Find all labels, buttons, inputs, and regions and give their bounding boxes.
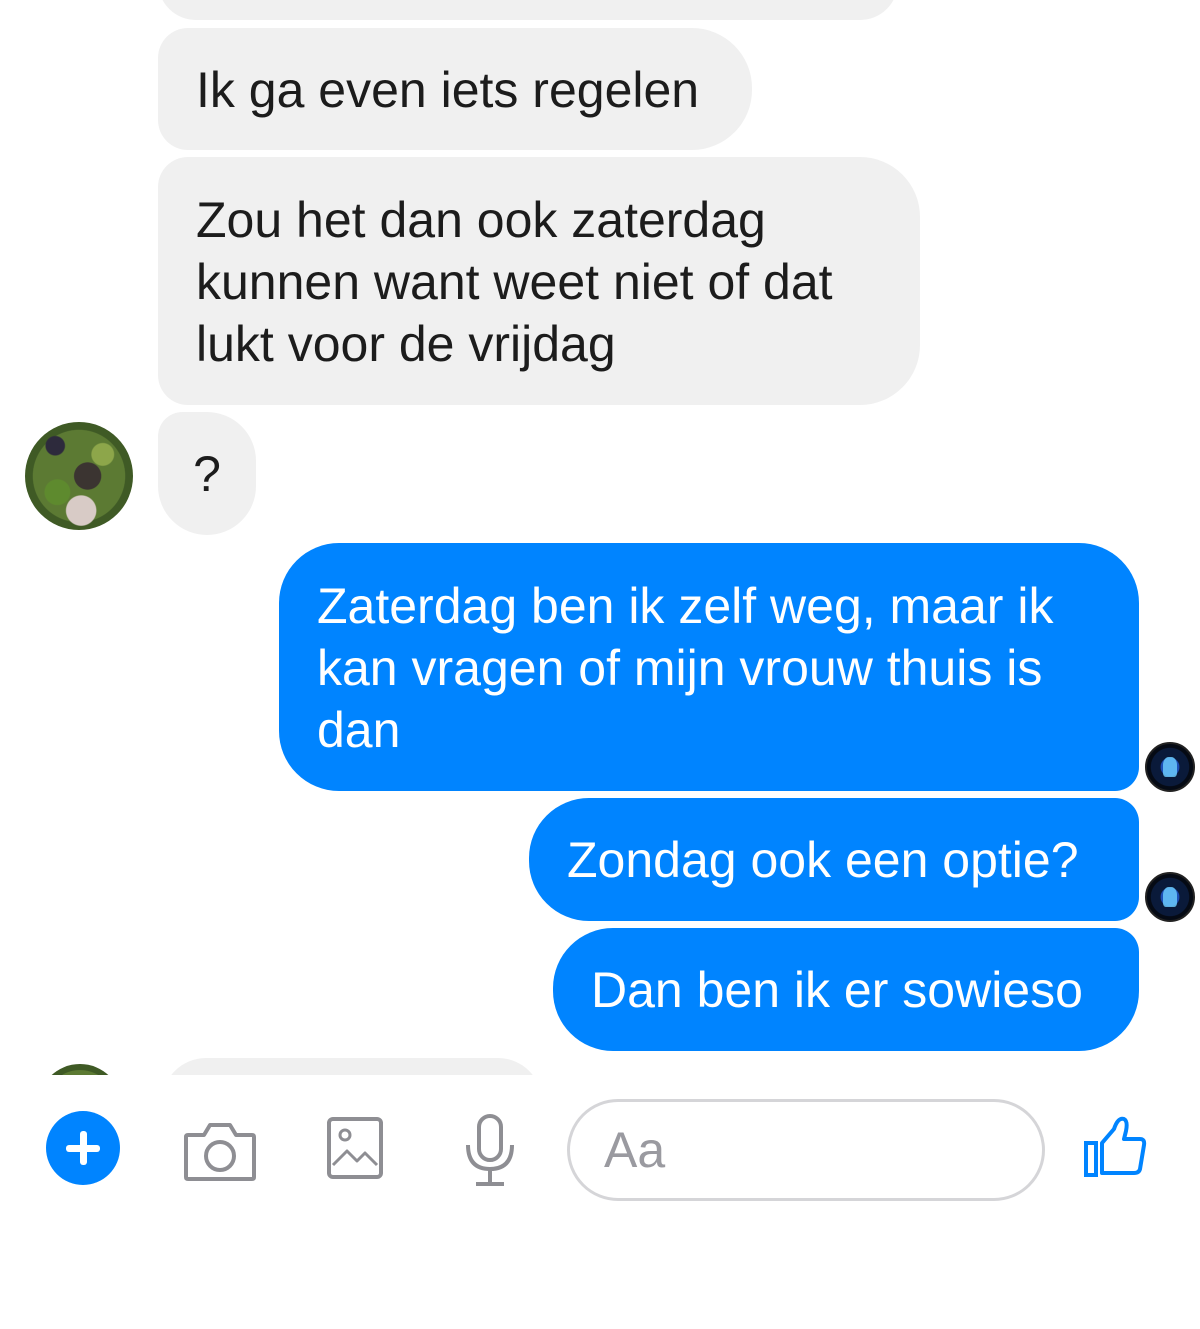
contact-avatar-partial: [38, 1064, 122, 1075]
message-input[interactable]: [567, 1099, 1045, 1201]
incoming-message-bubble-partial: [162, 1058, 542, 1075]
microphone-icon[interactable]: [462, 1113, 518, 1189]
camera-icon[interactable]: [182, 1117, 258, 1183]
outgoing-message-bubble[interactable]: Dan ben ik er sowieso: [553, 928, 1139, 1051]
seen-avatar-icon: [1145, 742, 1195, 792]
message-thread[interactable]: Ik ga even iets regelen Zou het dan ook …: [0, 0, 1200, 1075]
incoming-message-bubble-partial: [158, 0, 898, 20]
incoming-message-bubble[interactable]: ?: [158, 412, 256, 535]
outgoing-message-bubble[interactable]: Zaterdag ben ik zelf weg, maar ik kan vr…: [279, 543, 1139, 791]
incoming-message-bubble[interactable]: Zou het dan ook zaterdag kunnen want wee…: [158, 157, 920, 405]
thumbs-up-icon[interactable]: [1082, 1113, 1148, 1179]
seen-avatar-icon: [1145, 872, 1195, 922]
messenger-chat-screen: Ik ga even iets regelen Zou het dan ook …: [0, 0, 1200, 1329]
composer-bar: [0, 1075, 1200, 1329]
contact-avatar[interactable]: [25, 422, 133, 530]
image-icon[interactable]: [325, 1115, 385, 1181]
incoming-message-bubble[interactable]: Ik ga even iets regelen: [158, 28, 752, 150]
outgoing-message-bubble[interactable]: Zondag ook een optie?: [529, 798, 1139, 921]
plus-icon[interactable]: [46, 1111, 120, 1185]
